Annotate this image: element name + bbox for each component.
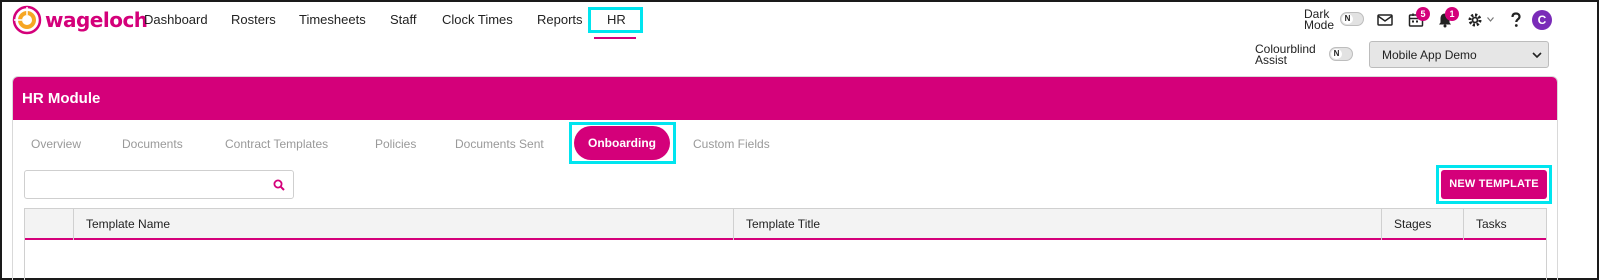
column-header-select xyxy=(25,209,74,240)
new-template-button[interactable]: NEW TEMPLATE xyxy=(1441,170,1547,199)
tab-custom-fields[interactable]: Custom Fields xyxy=(693,137,770,151)
nav-item-timesheets[interactable]: Timesheets xyxy=(299,12,366,27)
column-header-stages[interactable]: Stages xyxy=(1382,209,1464,240)
colourblind-toggle[interactable]: N xyxy=(1329,47,1353,61)
organisation-select[interactable]: Mobile App Demo xyxy=(1369,41,1549,68)
colourblind-label-line2: Assist xyxy=(1255,53,1288,67)
top-navigation-bar: wageloch Dashboard Rosters Timesheets St… xyxy=(2,2,1597,68)
tab-contract-templates[interactable]: Contract Templates xyxy=(225,137,328,151)
nav-item-clock-times[interactable]: Clock Times xyxy=(442,12,513,27)
help-icon[interactable] xyxy=(1507,11,1525,29)
logo-mark-icon xyxy=(12,5,42,35)
settings-chevron-down-icon[interactable] xyxy=(1487,17,1494,22)
column-header-tasks[interactable]: Tasks xyxy=(1464,209,1546,240)
tab-documents-sent[interactable]: Documents Sent xyxy=(455,137,544,151)
dark-mode-label-line2: Mode xyxy=(1304,18,1335,32)
brand-logo[interactable]: wageloch xyxy=(12,5,148,35)
column-header-template-name[interactable]: Template Name xyxy=(74,209,734,240)
tab-overview[interactable]: Overview xyxy=(31,137,81,151)
search-icon[interactable] xyxy=(273,179,285,191)
dark-mode-toggle-knob: N xyxy=(1342,14,1353,24)
tab-onboarding[interactable]: Onboarding xyxy=(574,126,670,160)
template-search xyxy=(24,170,294,199)
brand-name: wageloch xyxy=(45,8,148,32)
mail-icon[interactable] xyxy=(1376,11,1394,29)
panel-title: HR Module xyxy=(13,77,1557,120)
nav-item-reports[interactable]: Reports xyxy=(537,12,583,27)
templates-table: Template Name Template Title Stages Task… xyxy=(24,208,1547,280)
organisation-select-value: Mobile App Demo xyxy=(1382,48,1477,62)
dark-mode-toggle[interactable]: N xyxy=(1340,12,1364,26)
chevron-down-icon xyxy=(1532,52,1542,59)
table-header: Template Name Template Title Stages Task… xyxy=(25,209,1546,240)
user-avatar[interactable]: C xyxy=(1532,10,1552,30)
nav-item-rosters[interactable]: Rosters xyxy=(231,12,276,27)
nav-active-indicator xyxy=(594,37,636,39)
calendar-badge: 5 xyxy=(1416,7,1430,21)
search-input[interactable] xyxy=(31,171,261,197)
colourblind-toggle-knob: N xyxy=(1331,49,1342,59)
nav-item-dashboard[interactable]: Dashboard xyxy=(144,12,208,27)
column-header-template-title[interactable]: Template Title xyxy=(734,209,1382,240)
hr-tabs: Overview Documents Contract Templates Po… xyxy=(13,120,1557,166)
nav-item-hr[interactable]: HR xyxy=(607,12,626,27)
notification-badge: 1 xyxy=(1445,7,1459,21)
nav-item-staff[interactable]: Staff xyxy=(390,12,417,27)
tab-documents[interactable]: Documents xyxy=(122,137,183,151)
tab-policies[interactable]: Policies xyxy=(375,137,416,151)
gear-icon[interactable] xyxy=(1466,11,1484,29)
hr-module-panel: HR Module Overview Documents Contract Te… xyxy=(12,76,1558,280)
